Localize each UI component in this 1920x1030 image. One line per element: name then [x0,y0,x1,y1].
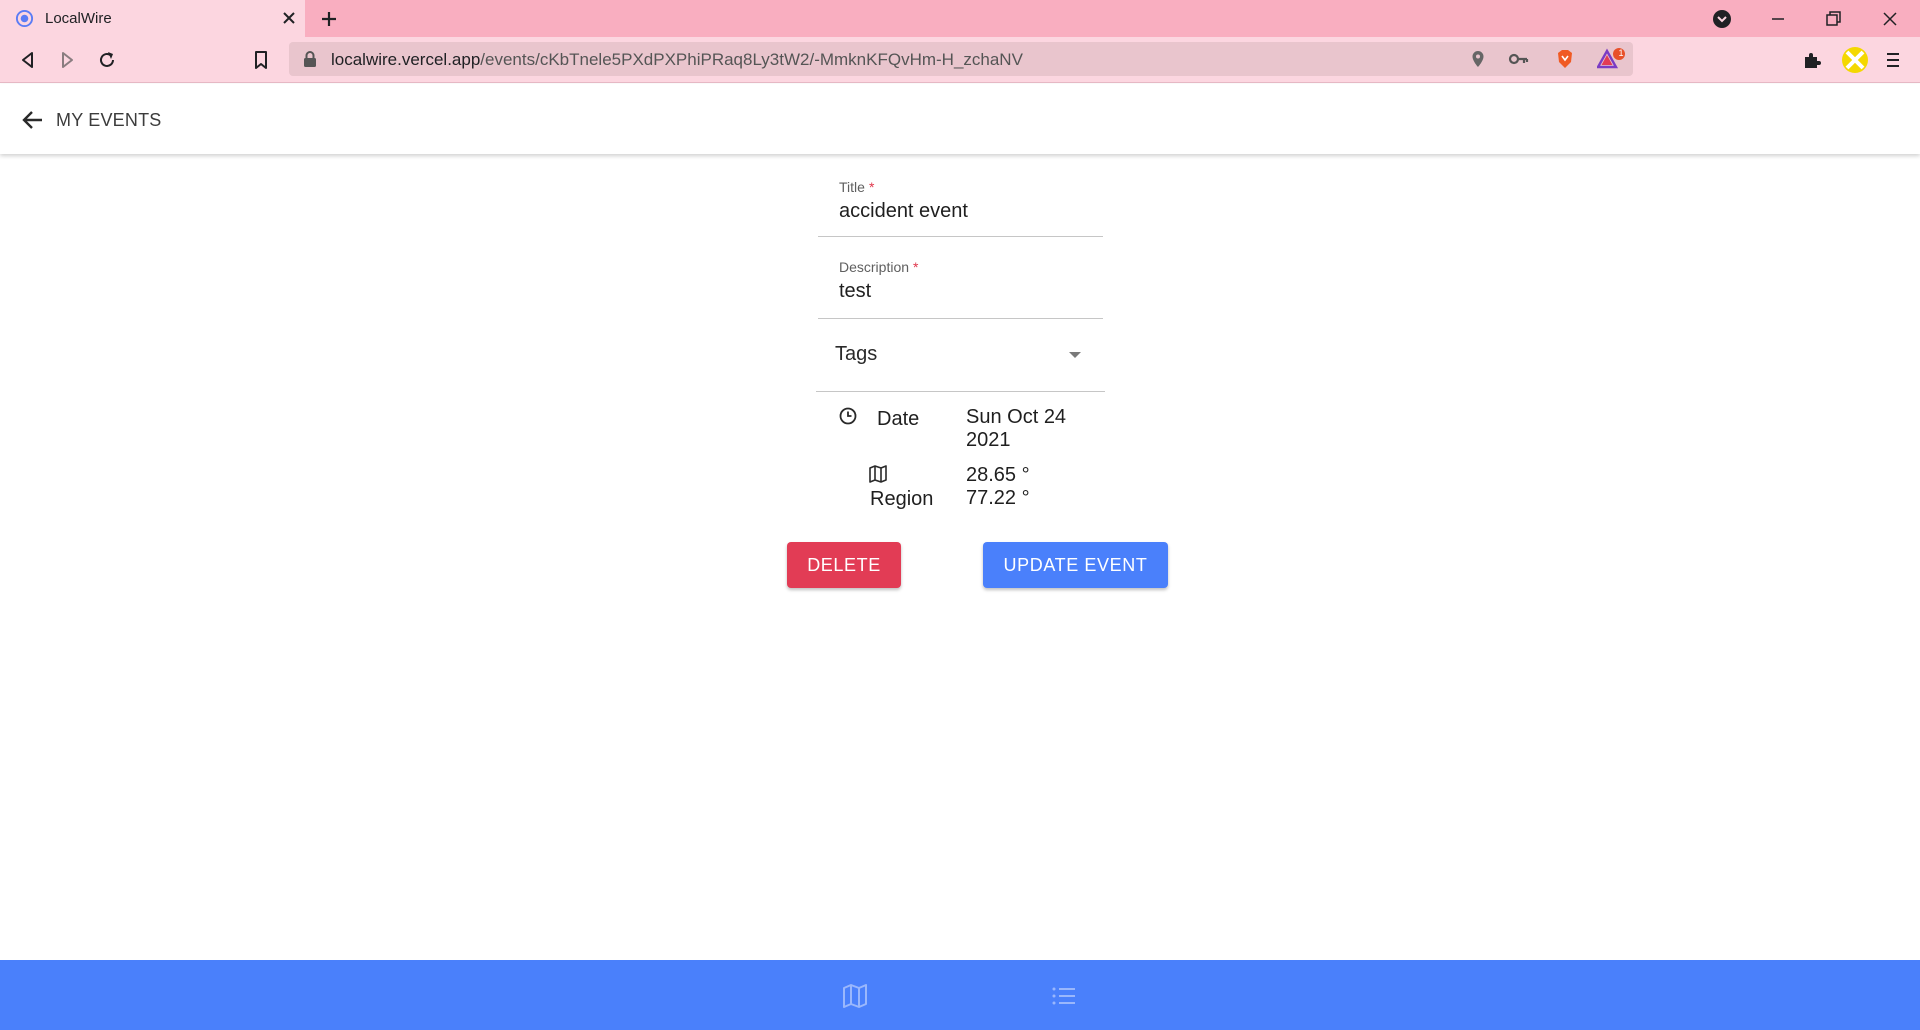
extensions-icon[interactable] [1801,49,1823,71]
description-label: Description * [839,259,918,275]
region-label: Region [870,488,934,510]
back-label: MY EVENTS [56,109,162,130]
localwire-favicon-icon [15,9,34,28]
reload-icon[interactable] [96,49,118,71]
bookmark-icon[interactable] [250,49,272,71]
key-icon[interactable] [1507,48,1529,70]
browser-tab[interactable]: LocalWire [0,0,305,37]
required-mark: * [868,179,875,195]
title-field[interactable]: Title * accident event [818,170,1103,237]
url-host: localwire.vercel.app [331,50,481,69]
tags-label: Tags [835,343,878,365]
menu-icon[interactable] [1882,49,1904,71]
url-text: localwire.vercel.app/events/cKbTnele5PXd… [331,50,1023,70]
restore-icon[interactable] [1822,8,1844,30]
bottom-navigation [0,960,1920,1030]
rewards-badge-count: 1 [1618,48,1624,58]
url-path: /events/cKbTnele5PXdPXPhiPRaq8Ly3tW2/-Mm… [480,50,1023,69]
arrow-left-icon [22,111,42,129]
update-event-button[interactable]: UPDATE EVENT [983,542,1168,588]
title-input[interactable]: accident event [839,200,968,223]
map-icon [869,465,887,483]
title-label: Title * [839,179,874,195]
browser-tabbar: LocalWire [0,0,1920,37]
date-label: Date [877,408,920,430]
tab-search-icon[interactable] [1711,8,1733,30]
event-form: Title * accident event Description * test … [816,170,1105,392]
list-icon[interactable] [1050,982,1078,1010]
event-info: Date Sun Oct 24 2021 Region 28.65 ° 77.2… [818,400,1103,520]
brave-shield-icon[interactable] [1554,48,1576,70]
minimize-icon[interactable] [1767,8,1789,30]
profile-avatar-icon[interactable] [1840,45,1870,75]
title-label-text: Title [839,179,865,195]
description-input[interactable]: test [839,280,871,303]
lock-icon [304,51,316,67]
dropdown-caret-icon [1069,352,1081,358]
description-label-text: Description [839,259,910,275]
latitude-value: 28.65 ° [966,464,1030,486]
tab-title: LocalWire [45,10,112,27]
tags-select[interactable]: Tags [816,319,1105,392]
required-mark: * [913,259,919,275]
back-icon[interactable] [17,49,39,71]
clock-icon [839,407,857,425]
close-tab-icon[interactable] [280,9,298,27]
description-field[interactable]: Description * test [818,237,1103,319]
my-events-back-button[interactable]: MY EVENTS [20,104,162,136]
app-header: MY EVENTS [0,84,1920,154]
close-window-icon[interactable] [1879,8,1901,30]
location-pin-icon[interactable] [1467,48,1489,70]
delete-button[interactable]: DELETE [787,542,901,588]
map-icon[interactable] [841,982,869,1010]
new-tab-icon[interactable] [318,8,340,30]
date-line1: Sun Oct 24 [966,406,1067,428]
address-bar[interactable]: localwire.vercel.app/events/cKbTnele5PXd… [289,42,1633,76]
date-line2: 2021 [966,429,1011,451]
browser-toolbar: localwire.vercel.app/events/cKbTnele5PXd… [0,37,1920,83]
longitude-value: 77.22 ° [966,487,1030,509]
forward-icon[interactable] [56,49,78,71]
